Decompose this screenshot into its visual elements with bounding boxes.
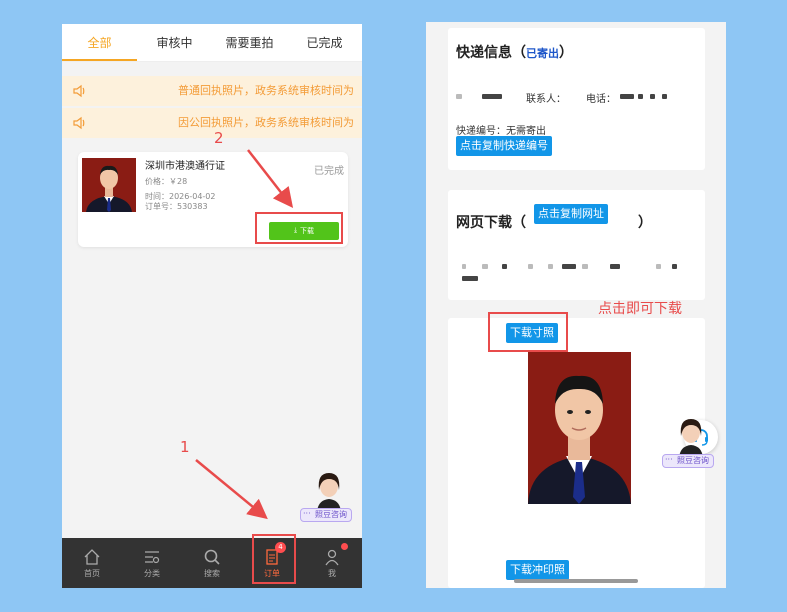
- notice-bar: 普通回执照片，政务系统审核时间为: [62, 76, 362, 106]
- shipped-tag: 已寄出: [526, 47, 559, 60]
- notice-text: 普通回执照片，政务系统审核时间为: [178, 84, 354, 97]
- copy-url-button[interactable]: 点击复制网址: [534, 204, 608, 224]
- express-info-card: 快递信息（已寄出） 联系人： 电话： 快递编号：无需寄出 点击复制快递编号: [448, 28, 705, 170]
- nav-category[interactable]: 分类: [122, 538, 182, 588]
- copy-tracking-button[interactable]: 点击复制快递编号: [456, 136, 552, 156]
- notice-text: 因公回执照片，政务系统审核时间为: [178, 116, 354, 129]
- home-indicator: [514, 579, 638, 583]
- notification-dot: [341, 543, 348, 550]
- tab-all[interactable]: 全部: [62, 24, 137, 61]
- tab-completed[interactable]: 已完成: [287, 24, 362, 61]
- consult-widget[interactable]: 照豆咨询: [300, 468, 356, 528]
- phone-label: 电话：: [586, 94, 616, 105]
- order-list-screen: 全部 审核中 需要重拍 已完成 普通回执照片，政务系统审核时间为 因公回执照片，…: [62, 24, 362, 588]
- orders-highlight-box: [252, 534, 296, 584]
- assistant-avatar-icon: [317, 473, 341, 512]
- notice-bar: 因公回执照片，政务系统审核时间为: [62, 108, 362, 138]
- id-photo: [528, 352, 631, 504]
- web-download-card: 网页下载（ 点击复制网址 ）: [448, 190, 705, 300]
- nav-search[interactable]: 搜索: [182, 538, 242, 588]
- order-tabs: 全部 审核中 需要重拍 已完成: [62, 24, 362, 62]
- consult-widget[interactable]: 照豆咨询: [662, 414, 718, 474]
- home-icon: [84, 548, 100, 565]
- order-number: 订单号：530383: [145, 202, 208, 211]
- download-print-photo-button[interactable]: 下载冲印照: [506, 560, 569, 580]
- search-icon: [204, 549, 220, 565]
- order-title: 深圳市港澳通行证: [145, 161, 225, 172]
- order-thumbnail: [82, 158, 136, 212]
- user-icon: [325, 549, 339, 565]
- category-icon: [145, 550, 160, 563]
- express-title: 快递信息（已寄出）: [456, 45, 573, 61]
- bottom-nav: 首页 分类 搜索 订单 4 我: [62, 538, 362, 588]
- click-to-download-hint: 点击即可下载: [598, 301, 682, 317]
- order-status: 已完成: [314, 166, 344, 177]
- download-highlight-box: [255, 212, 343, 244]
- order-price: 价格：￥28: [145, 177, 188, 186]
- tracking-number: 快递编号：无需寄出: [456, 126, 546, 137]
- download-size-highlight-box: [488, 312, 568, 352]
- nav-home[interactable]: 首页: [62, 538, 122, 588]
- nav-me[interactable]: 我: [302, 538, 362, 588]
- tab-retake[interactable]: 需要重拍: [212, 24, 287, 61]
- speaker-icon: [73, 116, 85, 130]
- consult-label: 照豆咨询: [300, 508, 352, 522]
- speaker-icon: [73, 84, 85, 98]
- tab-reviewing[interactable]: 审核中: [137, 24, 212, 61]
- assistant-avatar-icon: [679, 419, 703, 458]
- step-1-label: 1: [180, 438, 190, 456]
- step-2-label: 2: [214, 129, 224, 147]
- web-download-title: 网页下载（: [456, 215, 526, 231]
- contact-label: 联系人：: [526, 94, 566, 105]
- consult-label: 照豆咨询: [662, 454, 714, 468]
